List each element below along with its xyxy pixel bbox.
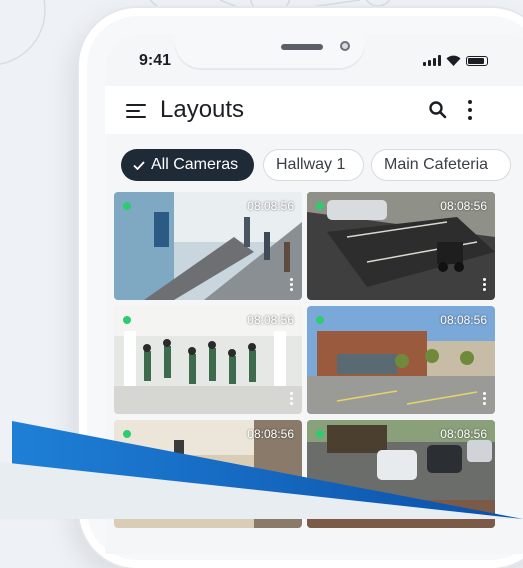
live-indicator — [123, 316, 131, 324]
camera-timestamp: 08:08:56 — [440, 313, 487, 327]
live-indicator — [123, 202, 131, 210]
chip-label: Hallway 1 — [276, 156, 346, 173]
chip-label: Main Cafeteria — [384, 156, 489, 173]
camera-timestamp: 08:08:56 — [247, 313, 294, 327]
camera-timestamp: 08:08:56 — [247, 427, 294, 441]
tile-more-icon[interactable] — [290, 392, 294, 406]
camera-tile[interactable]: 08:08:56 — [307, 192, 495, 300]
chip-label: All Cameras — [151, 156, 239, 173]
status-icons — [423, 55, 488, 66]
check-icon — [133, 160, 145, 170]
camera-tile[interactable]: 08:08:56 — [307, 306, 495, 414]
battery-icon — [466, 55, 488, 66]
camera-timestamp: 08:08:56 — [440, 199, 487, 213]
wifi-icon — [446, 55, 461, 66]
signal-icon — [423, 55, 441, 66]
tile-more-icon[interactable] — [290, 278, 294, 292]
page-title: Layouts — [160, 96, 245, 123]
status-time: 9:41 — [139, 52, 172, 69]
live-indicator — [316, 202, 324, 210]
chip-all-cameras[interactable]: All Cameras — [121, 149, 254, 181]
menu-icon[interactable] — [126, 104, 146, 118]
phone-notch — [175, 34, 365, 68]
camera-timestamp: 08:08:56 — [440, 427, 487, 441]
live-indicator — [316, 430, 324, 438]
speaker-grille — [281, 44, 323, 50]
chip-hallway-1[interactable]: Hallway 1 — [263, 149, 364, 181]
tile-more-icon[interactable] — [483, 392, 487, 406]
live-indicator — [316, 316, 324, 324]
camera-timestamp: 08:08:56 — [247, 199, 294, 213]
tile-more-icon[interactable] — [483, 278, 487, 292]
camera-tile[interactable]: 08:08:56 — [114, 192, 302, 300]
camera-tile[interactable]: 08:08:56 — [114, 420, 302, 528]
search-icon[interactable] — [428, 100, 448, 120]
live-indicator — [123, 430, 131, 438]
more-options-icon[interactable] — [466, 100, 474, 122]
camera-tile[interactable]: 08:08:56 — [114, 306, 302, 414]
camera-tile[interactable]: 08:08:56 — [307, 420, 495, 528]
chip-main-cafeteria[interactable]: Main Cafeteria — [371, 149, 511, 181]
front-camera — [340, 41, 350, 51]
